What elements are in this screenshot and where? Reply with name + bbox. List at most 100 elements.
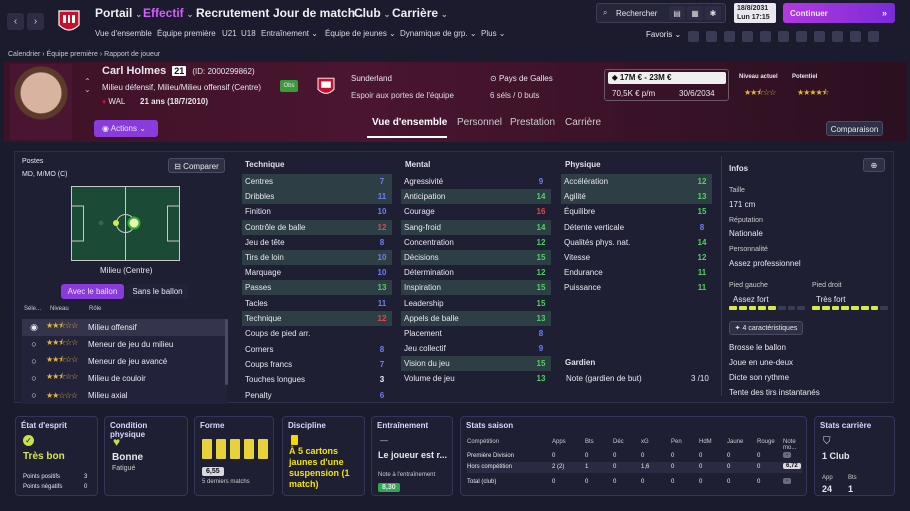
formation-icon[interactable] <box>706 31 717 42</box>
nav-jour-de-match[interactable]: Jour de match ⌄ <box>273 6 365 20</box>
attribute-row[interactable]: Inspiration 15 <box>401 280 551 296</box>
attribute-row[interactable]: Concentration 12 <box>401 235 551 250</box>
attribute-row[interactable]: Centres 7 <box>242 174 392 189</box>
role-row[interactable]: ○ ★★☆☆☆ Milieu axial <box>22 387 227 404</box>
attribute-row[interactable]: Placement 8 <box>401 326 551 341</box>
attribute-row[interactable]: Sang-froid 14 <box>401 219 551 235</box>
nav-carriere[interactable]: Carrière ⌄ <box>392 6 448 20</box>
role-list-scrollbar[interactable] <box>225 319 228 385</box>
comparison-button[interactable]: Comparaison <box>826 121 883 136</box>
attribute-row[interactable]: Puissance 11 <box>561 280 712 295</box>
attribute-row[interactable]: Vision du jeu 15 <box>401 356 551 372</box>
value-row[interactable]: ⬥ 17M € - 23M € <box>608 72 726 84</box>
subnav-equipe-jeunes[interactable]: Équipe de jeunes ⌄ <box>325 29 396 38</box>
training-card[interactable]: Entraînement — Le joueur est r... Note à… <box>371 416 453 496</box>
subnav-entrainement[interactable]: Entraînement ⌄ <box>261 29 318 38</box>
subnav-u21[interactable]: U21 <box>222 29 237 38</box>
attribute-row[interactable]: Contrôle de balle 12 <box>242 219 392 235</box>
users-icon[interactable] <box>832 31 843 42</box>
tab-career[interactable]: Carrière <box>565 117 601 128</box>
favourites-menu[interactable]: Favoris ⌄ <box>646 30 681 39</box>
attribute-row[interactable]: Décisions 15 <box>401 249 551 265</box>
attribute-row[interactable]: Coups francs 7 <box>242 357 392 372</box>
attribute-row[interactable]: Accélération 12 <box>561 174 712 189</box>
toggle-with-ball[interactable]: Avec le ballon <box>61 284 124 299</box>
flag-icon[interactable] <box>868 31 879 42</box>
attribute-row[interactable]: Volume de jeu 13 <box>401 371 551 386</box>
subnav-vue-ensemble[interactable]: Vue d'ensemble <box>95 29 152 38</box>
season-stats-card[interactable]: Stats saison Compétition Apps Bts Déc xG Pen H… <box>460 416 807 496</box>
attribute-row[interactable]: Détente verticale 8 <box>561 220 712 235</box>
attribute-row[interactable]: Tirs de loin 10 <box>242 249 392 265</box>
attribute-row[interactable]: Finition 10 <box>242 204 392 219</box>
career-stats-card[interactable]: Stats carrière ⛉ 1 Club App 24 Bts 1 <box>814 416 895 496</box>
sunderland-crest-icon[interactable] <box>314 75 338 99</box>
attribute-row[interactable]: Courage 16 <box>401 204 551 219</box>
attribute-row[interactable]: Agilité 13 <box>561 189 712 205</box>
attribute-row[interactable]: Équilibre 15 <box>561 204 712 219</box>
discipline-card[interactable]: Discipline À 5 cartons jaunes d'une susp… <box>282 416 365 496</box>
attribute-row[interactable]: Touches longues 3 <box>242 372 392 387</box>
forward-button[interactable]: › <box>27 13 44 30</box>
attribute-row[interactable]: Détermination 12 <box>401 265 551 280</box>
subnav-u18[interactable]: U18 <box>241 29 256 38</box>
attribute-row[interactable]: Technique 12 <box>242 310 392 326</box>
nav-portail[interactable]: Portail ⌄ <box>95 6 142 20</box>
trophy-icon[interactable] <box>742 31 753 42</box>
toggle-without-ball[interactable]: Sans le ballon <box>127 284 188 299</box>
compare-button[interactable]: ⊟ Comparer <box>168 158 225 173</box>
role-row[interactable]: ◉ ★★⯪☆☆ Milieu offensif <box>22 319 227 336</box>
back-button[interactable]: ‹ <box>7 13 24 30</box>
globe-icon[interactable] <box>796 31 807 42</box>
nav-effectif[interactable]: Effectif ⌄ <box>143 6 193 20</box>
attribute-row[interactable]: Passes 13 <box>242 280 392 296</box>
attribute-row[interactable]: Marquage 10 <box>242 265 392 280</box>
obs-badge[interactable]: Obs <box>280 80 298 92</box>
chart-icon[interactable] <box>760 31 771 42</box>
tab-personal[interactable]: Personnel <box>457 117 502 128</box>
breadcrumb-first-team[interactable]: Équipe première <box>47 51 98 58</box>
attribute-row[interactable]: Jeu collectif 9 <box>401 341 551 356</box>
nav-club[interactable]: Club ⌄ <box>354 6 390 20</box>
radio-button[interactable]: ○ <box>22 373 46 383</box>
star-icon[interactable] <box>850 31 861 42</box>
role-row[interactable]: ○ ★★⯪☆☆ Milieu de couloir <box>22 370 227 387</box>
shirt-icon[interactable] <box>688 31 699 42</box>
attribute-row[interactable]: Leadership 15 <box>401 296 551 311</box>
radio-button[interactable]: ○ <box>22 356 46 366</box>
attribute-row[interactable]: Vitesse 12 <box>561 250 712 265</box>
mood-card[interactable]: État d'esprit ✓ Très bon Points positifs… <box>15 416 98 496</box>
club-name[interactable]: Sunderland <box>351 74 392 83</box>
attribute-row[interactable]: Tacles 11 <box>242 296 392 311</box>
tab-overview[interactable]: Vue d'ensemble <box>372 117 447 128</box>
attribute-row[interactable]: Dribbles 11 <box>242 189 392 205</box>
player-switcher-icon[interactable]: ⌃ ⌄ <box>84 78 91 94</box>
attribute-row[interactable]: Qualités phys. nat. 14 <box>561 235 712 250</box>
radio-button[interactable]: ○ <box>22 339 46 349</box>
attribute-row[interactable]: Agressivité 9 <box>401 174 551 189</box>
nav-recrutement[interactable]: Recrutement ⌄ <box>196 6 279 20</box>
subnav-dynamique[interactable]: Dynamique de grp. ⌄ <box>400 29 477 38</box>
person-icon-button[interactable]: ⊕ <box>863 158 885 172</box>
attribute-row[interactable]: Anticipation 14 <box>401 189 551 205</box>
season-table-row[interactable]: Première Division 0 0 0 0 0 0 0 0 - <box>467 451 802 462</box>
season-table-row[interactable]: Total (club) 0 0 0 0 0 0 0 0 - <box>467 477 802 488</box>
subnav-equipe-premiere[interactable]: Équipe première <box>157 29 216 38</box>
attribute-row[interactable]: Penalty 6 <box>242 388 392 403</box>
role-row[interactable]: ○ ★★⯪☆☆ Meneur de jeu avancé <box>22 353 227 370</box>
badge-icon[interactable] <box>778 31 789 42</box>
attribute-row[interactable]: Jeu de tête 8 <box>242 235 392 250</box>
subnav-plus[interactable]: Plus ⌄ <box>481 29 506 38</box>
tab-performance[interactable]: Prestation <box>510 117 555 128</box>
radio-button[interactable]: ◉ <box>22 322 46 333</box>
condition-card[interactable]: Condition physique ♥ Bonne Fatigué <box>104 416 188 496</box>
season-table-row[interactable]: Hors compétition 2 (2) 1 0 1,6 0 0 0 0 6,72 <box>467 462 802 473</box>
breadcrumb-calendar[interactable]: Calendrier <box>8 51 40 58</box>
continue-button[interactable]: Continuer » <box>783 3 895 23</box>
club-crest-icon[interactable] <box>54 7 84 37</box>
whistle-icon[interactable] <box>814 31 825 42</box>
inbox-icon[interactable]: ▤ <box>669 6 685 20</box>
gear-icon[interactable]: ✱ <box>705 6 721 20</box>
role-row[interactable]: ○ ★★⯪☆☆ Meneur de jeu du milieu <box>22 336 227 353</box>
form-card[interactable]: Forme 6,55 5 derniers matchs <box>194 416 274 496</box>
